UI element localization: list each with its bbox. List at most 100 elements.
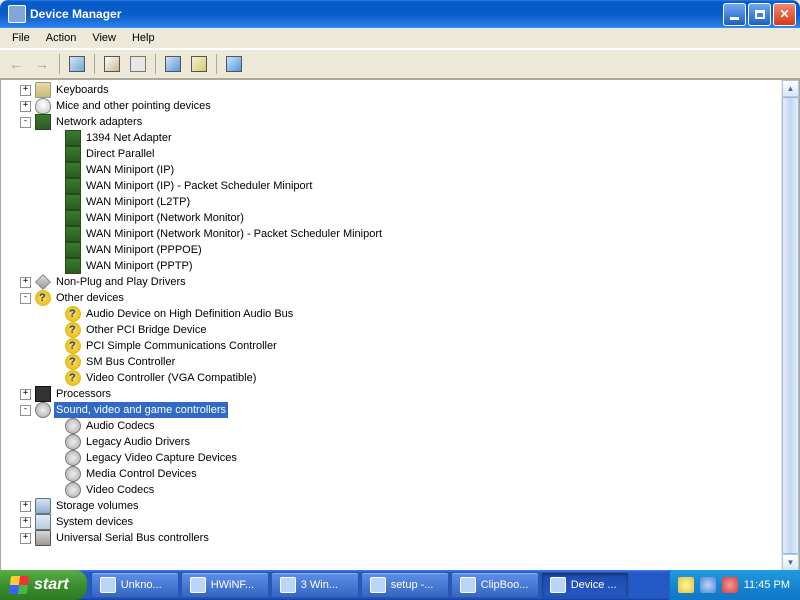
tree-item-net-wanpptp[interactable]: WAN Miniport (PPTP) bbox=[5, 258, 799, 274]
expand-icon[interactable]: + bbox=[20, 101, 31, 112]
start-button[interactable]: start bbox=[0, 570, 87, 600]
menu-help[interactable]: Help bbox=[124, 30, 163, 46]
collapse-icon[interactable]: - bbox=[20, 117, 31, 128]
tray-icon[interactable] bbox=[722, 577, 738, 593]
tree-item-oth-pci-comm[interactable]: PCI Simple Communications Controller bbox=[5, 338, 799, 354]
tree-item-oth-audio-hd[interactable]: Audio Device on High Definition Audio Bu… bbox=[5, 306, 799, 322]
network-adapter-icon bbox=[65, 194, 81, 210]
tree-item-network-adapters[interactable]: - Network adapters bbox=[5, 114, 799, 130]
system-tray[interactable]: 11:45 PM bbox=[669, 570, 800, 600]
taskbar-item[interactable]: setup -... bbox=[361, 572, 449, 598]
tree-item-oth-vga[interactable]: Video Controller (VGA Compatible) bbox=[5, 370, 799, 386]
tree-item-label: Legacy Audio Drivers bbox=[84, 434, 192, 450]
tree-item-system-devices[interactable]: + System devices bbox=[5, 514, 799, 530]
tree-item-label: Non-Plug and Play Drivers bbox=[54, 274, 188, 290]
task-icon bbox=[460, 577, 476, 593]
tree-item-label: Sound, video and game controllers bbox=[54, 402, 228, 418]
tree-item-net-wannm-psm[interactable]: WAN Miniport (Network Monitor) - Packet … bbox=[5, 226, 799, 242]
tree-item-label: PCI Simple Communications Controller bbox=[84, 338, 279, 354]
collapse-icon[interactable]: - bbox=[20, 293, 31, 304]
tree-item-label: Mice and other pointing devices bbox=[54, 98, 213, 114]
tree-item-nonpnp[interactable]: + Non-Plug and Play Drivers bbox=[5, 274, 799, 290]
taskbar-item-active[interactable]: Device ... bbox=[541, 572, 629, 598]
tree-item-usb-controllers[interactable]: + Universal Serial Bus controllers bbox=[5, 530, 799, 546]
tree-item-legacy-audio[interactable]: Legacy Audio Drivers bbox=[5, 434, 799, 450]
vertical-scrollbar[interactable]: ▲ ▼ bbox=[781, 80, 799, 571]
tree-item-net-wanip[interactable]: WAN Miniport (IP) bbox=[5, 162, 799, 178]
unknown-device-icon bbox=[65, 354, 81, 370]
expand-icon[interactable]: + bbox=[20, 517, 31, 528]
tree-item-label: WAN Miniport (IP) - Packet Scheduler Min… bbox=[84, 178, 314, 194]
print-icon bbox=[130, 56, 146, 72]
update-icon bbox=[191, 56, 207, 72]
network-adapter-icon bbox=[65, 146, 81, 162]
expand-icon[interactable]: + bbox=[20, 533, 31, 544]
tree-item-label: WAN Miniport (IP) bbox=[84, 162, 176, 178]
taskbar-item[interactable]: 3 Win... bbox=[271, 572, 359, 598]
scroll-thumb[interactable] bbox=[782, 97, 799, 554]
collapse-icon[interactable]: - bbox=[20, 405, 31, 416]
tray-icon[interactable] bbox=[700, 577, 716, 593]
taskbar-item[interactable]: HWiNF... bbox=[181, 572, 269, 598]
task-icon bbox=[370, 577, 386, 593]
tree-item-label: Direct Parallel bbox=[84, 146, 156, 162]
sound-icon bbox=[65, 482, 81, 498]
toolbar-update-button[interactable] bbox=[187, 52, 211, 76]
expand-icon[interactable]: + bbox=[20, 277, 31, 288]
network-adapter-icon bbox=[65, 178, 81, 194]
device-tree[interactable]: + Keyboards + Mice and other pointing de… bbox=[1, 80, 799, 572]
toolbar-properties-button[interactable] bbox=[100, 52, 124, 76]
menu-file[interactable]: File bbox=[4, 30, 38, 46]
task-icon bbox=[100, 577, 116, 593]
tree-item-keyboards[interactable]: + Keyboards bbox=[5, 82, 799, 98]
tree-item-net-wanip-psm[interactable]: WAN Miniport (IP) - Packet Scheduler Min… bbox=[5, 178, 799, 194]
tree-item-video-codecs[interactable]: Video Codecs bbox=[5, 482, 799, 498]
tree-item-label: Other devices bbox=[54, 290, 126, 306]
expand-icon[interactable]: + bbox=[20, 501, 31, 512]
toolbar-print-button[interactable] bbox=[126, 52, 150, 76]
tree-item-sound-video-game[interactable]: - Sound, video and game controllers bbox=[5, 402, 799, 418]
tree-item-label: Legacy Video Capture Devices bbox=[84, 450, 239, 466]
expand-icon[interactable]: + bbox=[20, 85, 31, 96]
minimize-button[interactable] bbox=[723, 3, 746, 26]
tree-item-net-direct-parallel[interactable]: Direct Parallel bbox=[5, 146, 799, 162]
tree-item-storage-volumes[interactable]: + Storage volumes bbox=[5, 498, 799, 514]
tray-icon[interactable] bbox=[678, 577, 694, 593]
tree-item-legacy-video[interactable]: Legacy Video Capture Devices bbox=[5, 450, 799, 466]
tree-item-other-devices[interactable]: - Other devices bbox=[5, 290, 799, 306]
tree-item-net-wanl2tp[interactable]: WAN Miniport (L2TP) bbox=[5, 194, 799, 210]
tree-item-media-control[interactable]: Media Control Devices bbox=[5, 466, 799, 482]
tree-item-net-wannm[interactable]: WAN Miniport (Network Monitor) bbox=[5, 210, 799, 226]
tree-item-label: Network adapters bbox=[54, 114, 144, 130]
usb-icon bbox=[35, 530, 51, 546]
toolbar-show-hide-button[interactable] bbox=[65, 52, 89, 76]
toolbar-refresh-button[interactable] bbox=[161, 52, 185, 76]
menu-view[interactable]: View bbox=[84, 30, 124, 46]
tree-item-processors[interactable]: + Processors bbox=[5, 386, 799, 402]
tree-item-net-wanpppoe[interactable]: WAN Miniport (PPPOE) bbox=[5, 242, 799, 258]
nav-back-button: ← bbox=[4, 52, 28, 76]
taskbar-item[interactable]: Unkno... bbox=[91, 572, 179, 598]
tree-item-oth-pci-bridge[interactable]: Other PCI Bridge Device bbox=[5, 322, 799, 338]
toolbar-separator bbox=[94, 54, 95, 74]
taskbar-item[interactable]: ClipBoo... bbox=[451, 572, 539, 598]
tree-item-oth-smbus[interactable]: SM Bus Controller bbox=[5, 354, 799, 370]
task-label: Device ... bbox=[571, 579, 617, 591]
maximize-button[interactable] bbox=[748, 3, 771, 26]
toolbar-scan-button[interactable] bbox=[222, 52, 246, 76]
task-icon bbox=[550, 577, 566, 593]
tree-item-audio-codecs[interactable]: Audio Codecs bbox=[5, 418, 799, 434]
task-icon bbox=[280, 577, 296, 593]
scroll-up-button[interactable]: ▲ bbox=[782, 80, 799, 97]
tree-item-label: Video Codecs bbox=[84, 482, 156, 498]
system-clock[interactable]: 11:45 PM bbox=[744, 579, 790, 591]
tree-item-net-1394[interactable]: 1394 Net Adapter bbox=[5, 130, 799, 146]
storage-icon bbox=[35, 498, 51, 514]
close-button[interactable] bbox=[773, 3, 796, 26]
start-label: start bbox=[34, 576, 69, 594]
taskbar-tasks: Unkno... HWiNF... 3 Win... setup -... Cl… bbox=[87, 570, 669, 600]
scroll-down-button[interactable]: ▼ bbox=[782, 554, 799, 571]
menu-action[interactable]: Action bbox=[38, 30, 85, 46]
expand-icon[interactable]: + bbox=[20, 389, 31, 400]
tree-item-mice[interactable]: + Mice and other pointing devices bbox=[5, 98, 799, 114]
